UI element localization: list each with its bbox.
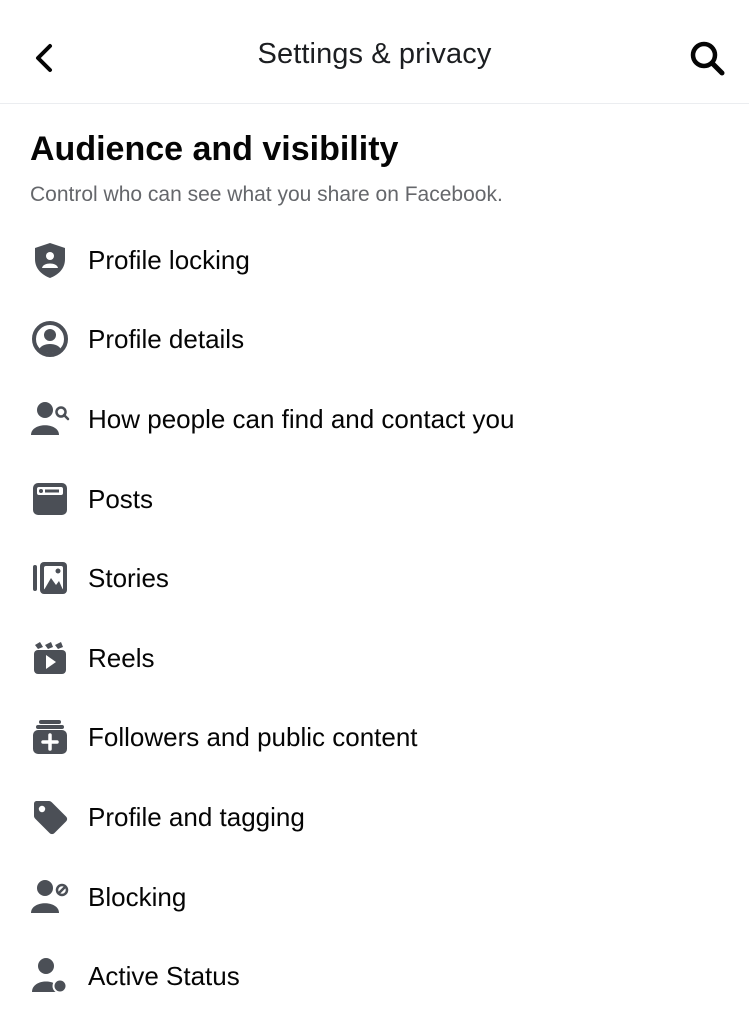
user-circle-icon <box>30 319 70 359</box>
audience-visibility-section: Audience and visibility Control who can … <box>0 104 749 1016</box>
user-search-icon <box>30 399 70 439</box>
settings-list: Profile locking Profile details How peop… <box>30 220 719 1016</box>
reels-icon <box>30 638 70 678</box>
item-reels[interactable]: Reels <box>30 618 719 698</box>
item-label: Profile locking <box>88 244 250 275</box>
item-active-status[interactable]: Active Status <box>30 936 719 1016</box>
followers-plus-icon <box>30 717 70 757</box>
search-button[interactable] <box>683 34 731 82</box>
item-profile-tagging[interactable]: Profile and tagging <box>30 777 719 857</box>
item-label: Stories <box>88 563 169 594</box>
shield-user-icon <box>30 240 70 280</box>
item-followers[interactable]: Followers and public content <box>30 698 719 778</box>
post-card-icon <box>30 479 70 519</box>
search-icon <box>690 41 725 76</box>
page-title: Settings & privacy <box>257 38 492 70</box>
item-stories[interactable]: Stories <box>30 538 719 618</box>
item-label: Posts <box>88 483 154 514</box>
user-block-icon <box>30 877 70 917</box>
item-profile-details[interactable]: Profile details <box>30 300 719 380</box>
stories-icon <box>30 558 70 598</box>
item-label: How people can find and contact you <box>88 403 515 434</box>
item-blocking[interactable]: Blocking <box>30 857 719 937</box>
item-label: Blocking <box>88 881 187 912</box>
item-label: Profile and tagging <box>88 801 305 832</box>
tag-icon <box>30 797 70 837</box>
item-posts[interactable]: Posts <box>30 459 719 539</box>
item-label: Profile details <box>88 324 245 355</box>
item-label: Reels <box>88 642 155 673</box>
section-title: Audience and visibility <box>30 130 399 168</box>
item-find-contact[interactable]: How people can find and contact you <box>30 379 719 459</box>
section-subtitle: Control who can see what you share on Fa… <box>30 183 503 206</box>
user-active-icon <box>30 956 70 996</box>
top-bar: Settings & privacy <box>0 0 749 104</box>
item-label: Active Status <box>88 961 240 992</box>
item-label: Followers and public content <box>88 722 418 753</box>
item-profile-locking[interactable]: Profile locking <box>30 220 719 300</box>
